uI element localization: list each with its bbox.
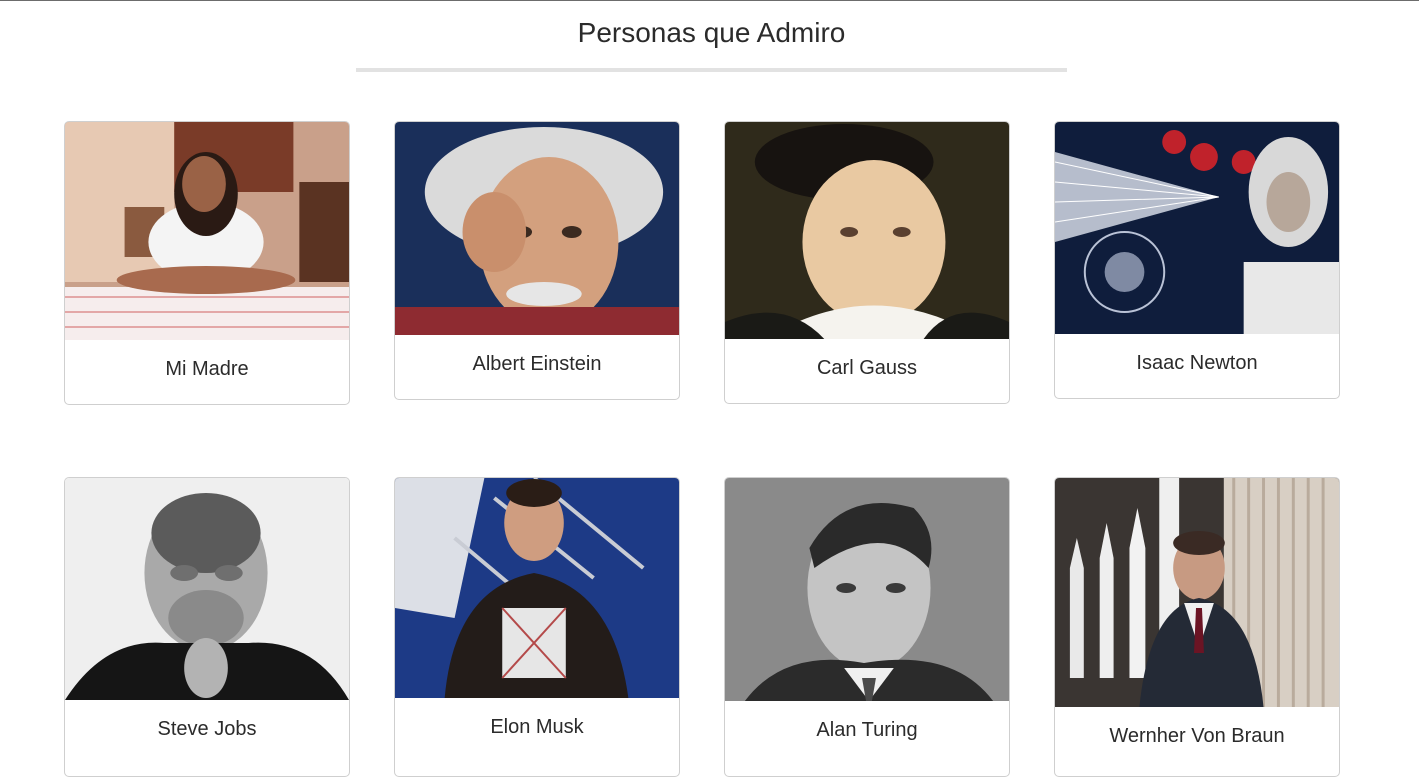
person-photo bbox=[395, 478, 679, 698]
page-title: Personas que Admiro bbox=[577, 17, 846, 48]
person-card-mi-madre: Mi Madre bbox=[64, 121, 350, 405]
person-card-steve-jobs: Steve Jobs bbox=[64, 477, 350, 777]
person-photo bbox=[1055, 122, 1339, 334]
person-photo bbox=[65, 122, 349, 340]
person-card-alan-turing: Alan Turing bbox=[724, 477, 1010, 777]
person-name: Steve Jobs bbox=[157, 718, 257, 740]
person-card-carl-gauss: Carl Gauss bbox=[724, 121, 1010, 404]
person-name: Mi Madre bbox=[165, 358, 249, 380]
person-name: Elon Musk bbox=[490, 716, 584, 738]
person-name: Carl Gauss bbox=[816, 357, 918, 379]
person-photo bbox=[65, 478, 349, 700]
person-photo bbox=[1055, 478, 1339, 707]
person-name: Alan Turing bbox=[816, 719, 918, 741]
person-photo bbox=[725, 122, 1009, 339]
person-card-albert-einstein: Albert Einstein bbox=[394, 121, 680, 400]
title-divider bbox=[356, 68, 1067, 72]
person-name: Albert Einstein bbox=[472, 353, 602, 375]
person-card-wernher-von-braun: Wernher Von Braun bbox=[1054, 477, 1340, 777]
person-name: Isaac Newton bbox=[1136, 352, 1258, 374]
person-photo bbox=[395, 122, 679, 335]
person-card-elon-musk: Elon Musk bbox=[394, 477, 680, 777]
person-name: Wernher Von Braun bbox=[1109, 725, 1285, 747]
person-photo bbox=[725, 478, 1009, 701]
person-card-isaac-newton: Isaac Newton bbox=[1054, 121, 1340, 399]
